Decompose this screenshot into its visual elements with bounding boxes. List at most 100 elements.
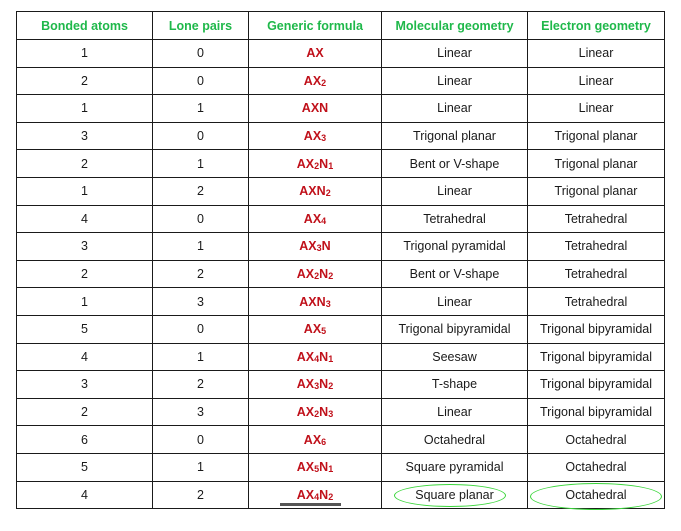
electron-geometry-text: Tetrahedral [564,211,628,226]
bonded-atoms-cell: 1 [16,176,153,206]
molecular-geometry-cell: Tetrahedral [381,204,528,234]
electron-geometry-text: Linear [578,101,614,116]
electron-geometry-cell: Linear [527,94,665,123]
formula-text: AX6 [303,432,327,447]
table-row: 5 1 AX5N1 Square pyramidal Octahedral [16,452,665,482]
electron-geometry-text: Linear [578,73,614,88]
electron-geometry-cell: Linear [527,66,665,96]
bonded-atoms-cell: 3 [16,121,153,151]
header-row: Bonded atoms Lone pairs Generic formula … [16,11,665,40]
formula-text: AX2N2 [296,267,334,282]
generic-formula-cell: AX3N [248,232,382,261]
electron-geometry-text: Trigonal bipyramidal [539,322,653,337]
lone-pairs-cell: 0 [152,66,249,96]
lone-pairs-cell: 1 [152,452,249,482]
lone-pairs-cell: 0 [152,39,249,68]
molecular-geometry-text: Linear [437,294,472,309]
formula-text: AXN [301,101,329,116]
electron-geometry-cell: Tetrahedral [527,204,665,234]
molecular-geometry-text: T-shape [431,377,478,392]
table-row: 4 2 AX4N2 Square planar Octahedral [16,480,665,510]
molecular-geometry-cell: Octahedral [381,425,528,454]
table-row: 3 2 AX3N2 T-shape Trigonal bipyramidal [16,370,665,399]
generic-formula-cell: AX4N2 [248,480,382,510]
table-row: 3 1 AX3N Trigonal pyramidal Tetrahedral [16,232,665,261]
formula-text: AXN3 [299,294,331,309]
electron-geometry-text: Linear [578,46,614,61]
electron-geometry-text: Tetrahedral [564,239,628,254]
molecular-geometry-cell: Bent or V-shape [381,149,528,178]
molecular-geometry-text: Square planar [415,487,494,502]
formula-text: AX5N1 [296,460,334,475]
electron-geometry-cell: Octahedral [527,480,665,510]
lone-pairs-cell: 0 [152,121,249,151]
formula-text: AX2N1 [296,156,334,171]
molecular-geometry-cell: Linear [381,66,528,96]
table-row: 4 0 AX4 Tetrahedral Tetrahedral [16,204,665,234]
electron-geometry-text: Trigonal planar [554,156,638,171]
electron-geometry-text: Octahedral [565,432,627,447]
molecular-geometry-text: Linear [437,184,472,199]
bonded-atoms-cell: 2 [16,397,153,427]
bonded-atoms-cell: 1 [16,94,153,123]
electron-geometry-text: Trigonal bipyramidal [539,405,653,420]
generic-formula-cell: AX4 [248,204,382,234]
molecular-geometry-cell: Seesaw [381,342,528,372]
molecular-geometry-cell: Square pyramidal [381,452,528,482]
lone-pairs-cell: 1 [152,94,249,123]
lone-pairs-cell: 0 [152,314,249,344]
bonded-atoms-cell: 4 [16,204,153,234]
table-row: 2 1 AX2N1 Bent or V-shape Trigonal planar [16,149,665,178]
molecular-geometry-cell: Linear [381,176,528,206]
header-lone-pairs: Lone pairs [152,11,249,40]
generic-formula-cell: AX2N3 [248,397,382,427]
molecular-geometry-text: Seesaw [432,349,477,364]
header-bonded-atoms: Bonded atoms [16,11,153,40]
vsepr-table: Bonded atoms Lone pairs Generic formula … [16,11,665,510]
molecular-geometry-cell: Trigonal pyramidal [381,232,528,261]
electron-geometry-cell: Trigonal bipyramidal [527,342,665,372]
electron-geometry-text: Trigonal planar [554,184,638,199]
formula-text: AX4 [303,211,327,226]
electron-geometry-text: Trigonal planar [554,129,638,144]
table-row: 1 2 AXN2 Linear Trigonal planar [16,176,665,206]
generic-formula-cell: AX5 [248,314,382,344]
molecular-geometry-text: Linear [437,46,472,61]
generic-formula-cell: AXN3 [248,287,382,316]
lone-pairs-cell: 2 [152,259,249,289]
electron-geometry-text: Octahedral [565,460,627,475]
bonded-atoms-cell: 6 [16,425,153,454]
bonded-atoms-cell: 1 [16,39,153,68]
generic-formula-cell: AX2N2 [248,259,382,289]
generic-formula-cell: AX3 [248,121,382,151]
lone-pairs-cell: 1 [152,149,249,178]
molecular-geometry-text: Bent or V-shape [409,267,500,282]
molecular-geometry-text: Trigonal planar [413,129,496,144]
table-row: 2 3 AX2N3 Linear Trigonal bipyramidal [16,397,665,427]
electron-geometry-text: Octahedral [565,487,627,502]
table-row: 1 1 AXN Linear Linear [16,94,665,123]
bonded-atoms-cell: 3 [16,232,153,261]
electron-geometry-text: Trigonal bipyramidal [539,349,653,364]
formula-text: AX2 [303,73,327,88]
electron-geometry-cell: Tetrahedral [527,259,665,289]
electron-geometry-cell: Trigonal planar [527,121,665,151]
generic-formula-cell: AXN2 [248,176,382,206]
formula-text: AX4N2 [296,487,334,502]
molecular-geometry-cell: Linear [381,39,528,68]
bonded-atoms-cell: 3 [16,370,153,399]
molecular-geometry-text: Linear [437,101,472,116]
formula-text: AX5 [303,322,327,337]
lone-pairs-cell: 0 [152,425,249,454]
electron-geometry-cell: Trigonal bipyramidal [527,397,665,427]
bonded-atoms-cell: 4 [16,480,153,510]
molecular-geometry-cell: T-shape [381,370,528,399]
molecular-geometry-text: Octahedral [423,432,486,447]
electron-geometry-cell: Trigonal bipyramidal [527,314,665,344]
table-row: 2 2 AX2N2 Bent or V-shape Tetrahedral [16,259,665,289]
molecular-geometry-text: Linear [437,73,472,88]
generic-formula-cell: AX6 [248,425,382,454]
bonded-atoms-cell: 2 [16,66,153,96]
generic-formula-cell: AX4N1 [248,342,382,372]
lone-pairs-cell: 1 [152,342,249,372]
